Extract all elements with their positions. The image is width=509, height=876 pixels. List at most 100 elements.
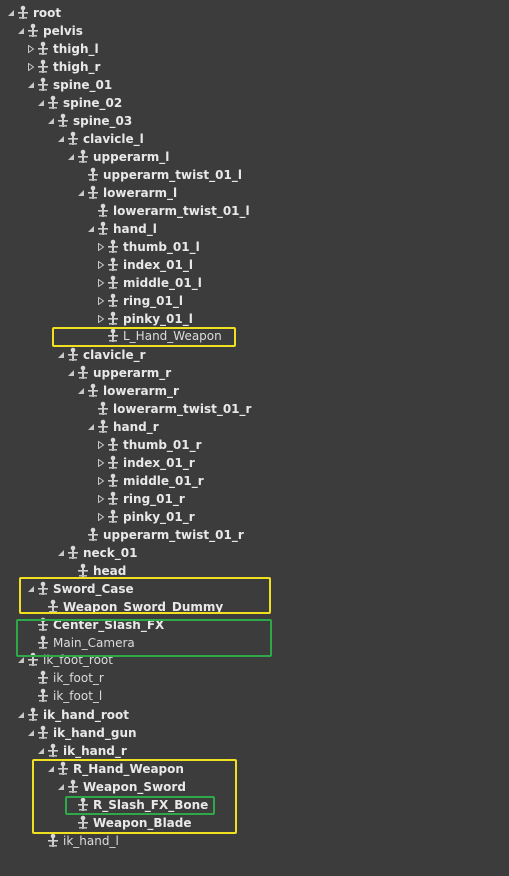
bone-icon <box>106 437 120 453</box>
bone-icon <box>36 617 50 633</box>
tree-row-label: upperarm_l <box>93 150 170 164</box>
tree-row-sword-case[interactable]: Sword_Case <box>26 580 134 598</box>
tree-row-label: Weapon_Sword_Dummy <box>63 600 224 614</box>
collapsed-arrow-icon[interactable] <box>96 315 105 324</box>
expanded-arrow-icon[interactable] <box>86 423 95 432</box>
expanded-arrow-icon[interactable] <box>66 153 75 162</box>
tree-row-ik-foot-r[interactable]: ik_foot_r <box>26 669 104 687</box>
tree-row-spine-01[interactable]: spine_01 <box>26 76 112 94</box>
tree-row-upperarm-l[interactable]: upperarm_l <box>66 148 169 166</box>
tree-row-ring-01-r[interactable]: ring_01_r <box>96 490 185 508</box>
tree-row-thigh-l[interactable]: thigh_l <box>26 40 99 58</box>
tree-row-ik-foot-root[interactable]: ik_foot_root <box>16 651 113 669</box>
tree-row-ik-hand-l[interactable]: ik_hand_l <box>36 832 119 850</box>
tree-row-upperarm-r[interactable]: upperarm_r <box>66 364 171 382</box>
tree-row-head[interactable]: head <box>66 562 126 580</box>
tree-row-spine-02[interactable]: spine_02 <box>36 94 122 112</box>
tree-row-ik-hand-gun[interactable]: ik_hand_gun <box>26 724 137 742</box>
expanded-arrow-icon[interactable] <box>16 711 25 720</box>
tree-row-pelvis[interactable]: pelvis <box>16 22 83 40</box>
collapsed-arrow-icon[interactable] <box>26 45 35 54</box>
tree-row-thumb-01-l[interactable]: thumb_01_l <box>96 238 200 256</box>
collapsed-arrow-icon[interactable] <box>96 261 105 270</box>
expanded-arrow-icon[interactable] <box>86 225 95 234</box>
expanded-arrow-icon[interactable] <box>36 99 45 108</box>
collapsed-arrow-icon[interactable] <box>96 243 105 252</box>
tree-row-center-slash-fx[interactable]: Center_Slash_FX <box>26 616 164 634</box>
collapsed-arrow-icon[interactable] <box>96 441 105 450</box>
tree-row-clavicle-l[interactable]: clavicle_l <box>56 130 144 148</box>
tree-row-neck-01[interactable]: neck_01 <box>56 544 137 562</box>
expanded-arrow-icon[interactable] <box>26 81 35 90</box>
tree-row-index-01-r[interactable]: index_01_r <box>96 454 195 472</box>
tree-row-label: thigh_l <box>53 42 99 56</box>
bone-icon <box>96 221 110 237</box>
tree-row-label: thumb_01_r <box>123 438 202 452</box>
tree-row-pinky-01-r[interactable]: pinky_01_r <box>96 508 195 526</box>
tree-row-weapon-sword-dummy[interactable]: Weapon_Sword_Dummy <box>36 598 223 616</box>
tree-row-l-hand-weapon[interactable]: L_Hand_Weapon <box>96 327 222 345</box>
tree-row-lowerarm-r[interactable]: lowerarm_r <box>76 382 179 400</box>
expanded-arrow-icon[interactable] <box>56 351 65 360</box>
tree-row-ik-hand-root[interactable]: ik_hand_root <box>16 706 129 724</box>
bone-icon <box>36 581 50 597</box>
expanded-arrow-icon[interactable] <box>36 747 45 756</box>
tree-row-lowerarm-twist-01-r[interactable]: lowerarm_twist_01_r <box>86 400 251 418</box>
bone-icon <box>46 743 60 759</box>
tree-row-middle-01-r[interactable]: middle_01_r <box>96 472 204 490</box>
tree-row-hand-r[interactable]: hand_r <box>86 418 159 436</box>
expanded-arrow-icon[interactable] <box>56 549 65 558</box>
tree-row-label: spine_02 <box>63 96 123 110</box>
tree-row-r-slash-fx-bone[interactable]: R_Slash_FX_Bone <box>66 796 208 814</box>
tree-row-root[interactable]: root <box>6 4 61 22</box>
tree-row-label: middle_01_l <box>123 276 202 290</box>
tree-row-weapon-blade[interactable]: Weapon_Blade <box>66 814 192 832</box>
tree-row-pinky-01-l[interactable]: pinky_01_l <box>96 310 193 328</box>
tree-row-lowerarm-l[interactable]: lowerarm_l <box>76 184 177 202</box>
collapsed-arrow-icon[interactable] <box>96 513 105 522</box>
expanded-arrow-icon[interactable] <box>26 729 35 738</box>
expanded-arrow-icon[interactable] <box>16 27 25 36</box>
tree-row-label: Weapon_Sword <box>83 780 186 794</box>
tree-row-thigh-r[interactable]: thigh_r <box>26 58 100 76</box>
tree-row-ik-hand-r[interactable]: ik_hand_r <box>36 742 127 760</box>
tree-row-clavicle-r[interactable]: clavicle_r <box>56 346 146 364</box>
collapsed-arrow-icon[interactable] <box>96 279 105 288</box>
expanded-arrow-icon[interactable] <box>66 369 75 378</box>
tree-row-weapon-sword[interactable]: Weapon_Sword <box>56 778 186 796</box>
tree-row-spine-03[interactable]: spine_03 <box>46 112 132 130</box>
collapsed-arrow-icon[interactable] <box>96 495 105 504</box>
expanded-arrow-icon[interactable] <box>46 117 55 126</box>
tree-row-upperarm-twist-01-l[interactable]: upperarm_twist_01_l <box>76 166 242 184</box>
tree-row-r-hand-weapon[interactable]: R_Hand_Weapon <box>46 760 184 778</box>
expanded-arrow-icon[interactable] <box>76 189 85 198</box>
tree-row-index-01-l[interactable]: index_01_l <box>96 256 193 274</box>
expanded-arrow-icon[interactable] <box>56 135 65 144</box>
expanded-arrow-icon[interactable] <box>56 783 65 792</box>
bone-icon <box>106 473 120 489</box>
tree-row-hand-l[interactable]: hand_l <box>86 220 157 238</box>
expanded-arrow-icon[interactable] <box>6 9 15 18</box>
collapsed-arrow-icon[interactable] <box>26 63 35 72</box>
tree-row-main-camera[interactable]: Main_Camera <box>26 634 135 652</box>
expanded-arrow-icon[interactable] <box>76 387 85 396</box>
expanded-arrow-icon[interactable] <box>26 585 35 594</box>
tree-row-lowerarm-twist-01-l[interactable]: lowerarm_twist_01_l <box>86 202 250 220</box>
expanded-arrow-icon[interactable] <box>46 765 55 774</box>
bone-icon <box>66 779 80 795</box>
collapsed-arrow-icon[interactable] <box>96 477 105 486</box>
tree-row-middle-01-l[interactable]: middle_01_l <box>96 274 202 292</box>
collapsed-arrow-icon[interactable] <box>96 459 105 468</box>
expanded-arrow-icon[interactable] <box>16 656 25 665</box>
tree-row-ik-foot-l[interactable]: ik_foot_l <box>26 687 102 705</box>
bone-icon <box>46 95 60 111</box>
collapsed-arrow-icon[interactable] <box>96 297 105 306</box>
tree-row-thumb-01-r[interactable]: thumb_01_r <box>96 436 202 454</box>
tree-row-ring-01-l[interactable]: ring_01_l <box>96 292 183 310</box>
tree-row-upperarm-twist-01-r[interactable]: upperarm_twist_01_r <box>76 526 244 544</box>
